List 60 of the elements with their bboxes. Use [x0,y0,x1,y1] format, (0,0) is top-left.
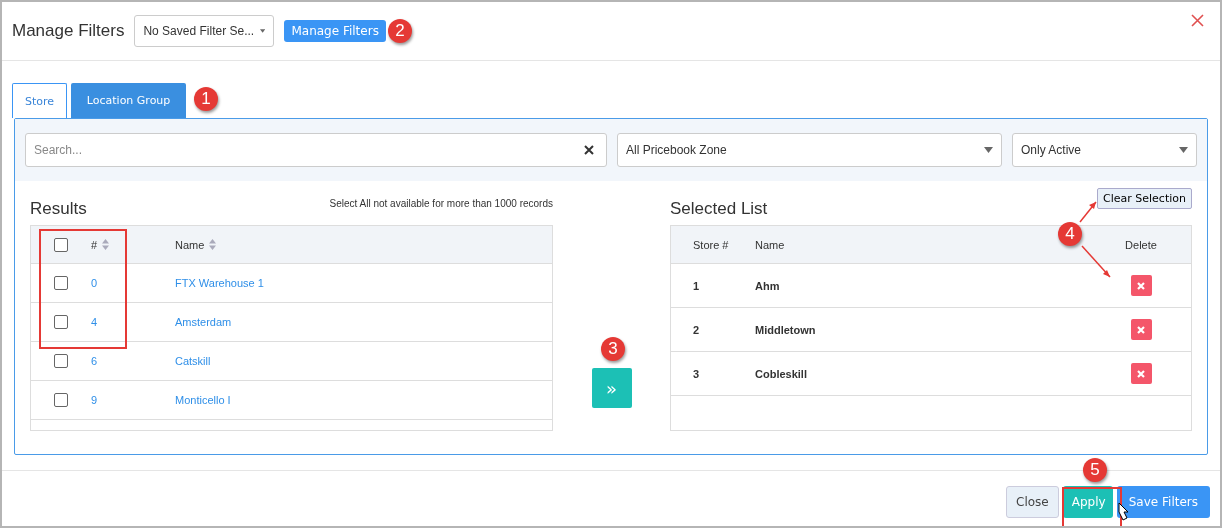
results-heading: Results [30,199,87,219]
table-cell-text: 3 [692,367,701,380]
caret-icon [1179,147,1188,153]
row-checkbox[interactable] [54,354,68,368]
tab[interactable]: Location Group [71,83,187,118]
delete-button[interactable] [1130,363,1152,384]
pricebook-zone-select[interactable]: All Pricebook Zone [617,133,1002,167]
caret-icon [984,147,993,153]
delete-button[interactable] [1130,319,1152,340]
table-cell-text: Middletown [755,323,817,336]
store-name-link[interactable]: Monticello I [175,394,231,406]
clear-icon[interactable] [584,145,594,155]
callout-badge: 1 [194,87,218,111]
highlight-frame [1062,487,1122,526]
callout-arrow [1079,201,1097,223]
table-cell-text: Ahm [755,279,781,292]
row-checkbox[interactable] [54,276,68,290]
callout-badge: 2 [388,19,412,43]
store-name-link[interactable]: FTX Warehouse 1 [175,277,264,289]
move-selected-button[interactable]: » [591,368,632,408]
hand-cursor-icon [1118,502,1129,521]
table-cell-text: 1 [692,279,701,292]
close-icon [1136,368,1146,379]
store-number-link[interactable]: 6 [91,355,98,367]
selected-list-heading: Selected List [670,199,768,219]
row-checkbox[interactable] [54,393,68,407]
row-checkbox[interactable] [54,315,68,329]
select-all-note: Select All not available for more than 1000 records [329,198,553,209]
saved-filter-select[interactable]: No Saved Filter Se... [134,15,275,47]
column-header: Store # [692,238,730,251]
table-cell-text: 2 [692,323,701,336]
store-name-link[interactable]: Catskill [175,355,211,367]
callout-arrow [1081,245,1111,278]
delete-button[interactable] [1130,275,1152,296]
footer-button[interactable]: Close [1006,486,1059,518]
table-cell-text: Cobleskill [755,367,808,380]
footer-button[interactable]: Save Filters [1116,486,1210,518]
close-icon [1136,324,1146,335]
close-icon[interactable] [1191,14,1204,27]
store-number-link[interactable]: 0 [91,277,98,289]
dialog-title: Manage Filters [12,21,125,41]
column-header: Name [755,238,786,251]
callout-badge: 3 [601,337,625,361]
status-select[interactable]: Only Active [1012,133,1197,167]
column-header[interactable]: Name [175,238,205,251]
close-icon [1136,280,1146,291]
column-header[interactable]: # [91,238,98,251]
select-all-checkbox[interactable] [54,237,68,252]
clear-selection-button[interactable]: Clear Selection [1097,188,1192,209]
column-header: Delete [1124,238,1158,251]
manage-filters-button[interactable]: Manage Filters [284,20,386,42]
store-name-link[interactable]: Amsterdam [175,316,232,328]
callout-badge: 4 [1058,222,1082,246]
store-number-link[interactable]: 9 [91,394,98,406]
store-number-link[interactable]: 4 [91,316,98,328]
callout-badge: 5 [1083,458,1107,482]
search-field[interactable]: Search... [25,133,607,167]
caret-icon [260,28,266,34]
tab[interactable]: Store [12,83,68,118]
footer-button[interactable]: Apply [1062,486,1113,518]
